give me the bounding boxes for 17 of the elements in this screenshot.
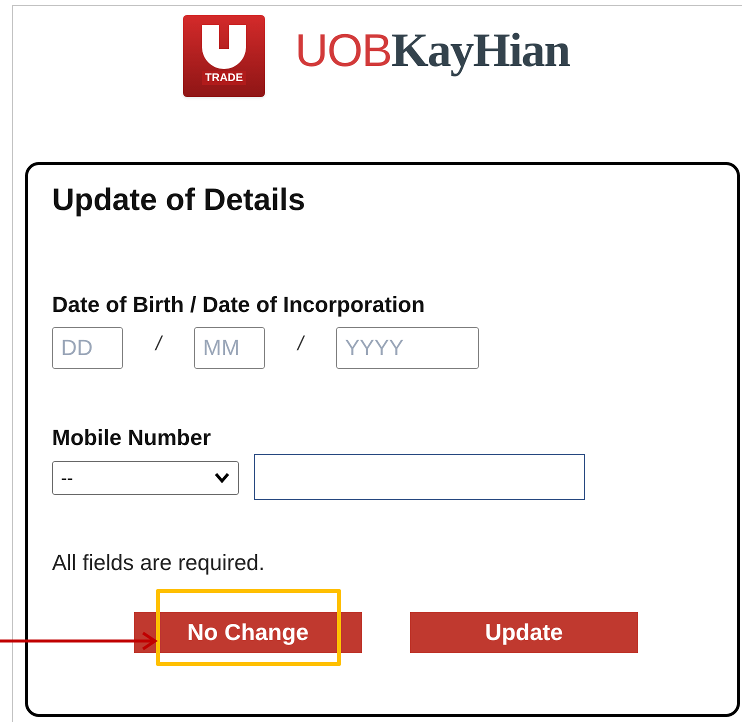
form-title: Update of Details [52, 181, 306, 219]
field-label: Mobile Number [52, 424, 212, 452]
brand-wordmark: UOBKayHian [295, 23, 570, 79]
date-input-field[interactable]: MM [194, 327, 265, 369]
chevron-down-icon [214, 472, 230, 484]
action-button[interactable]: No Change [134, 612, 362, 653]
phone-number-field[interactable] [254, 454, 585, 500]
field-label: Date of Birth / Date of Incorporation [52, 291, 426, 319]
required-note: All fields are required. [52, 550, 266, 576]
date-separator: / [296, 332, 306, 357]
u-letter-icon [199, 25, 249, 69]
country-code-dropdown[interactable]: -- [52, 461, 239, 495]
logo-badge-text: TRADE [202, 71, 246, 85]
date-input-field[interactable]: YYYY [336, 327, 479, 369]
action-button[interactable]: Update [410, 612, 638, 653]
date-separator: / [154, 332, 164, 357]
date-input-field[interactable]: DD [52, 327, 123, 369]
